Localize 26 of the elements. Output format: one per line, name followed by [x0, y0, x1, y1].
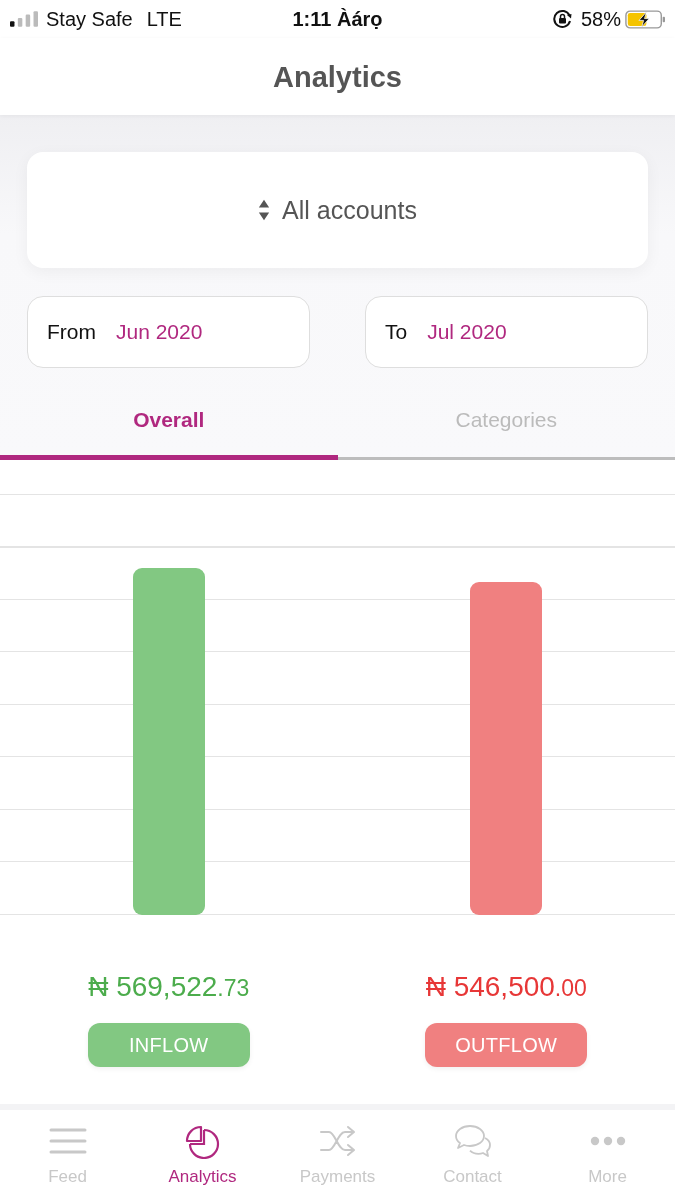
shuffle-icon	[319, 1123, 356, 1159]
sort-icon	[258, 198, 271, 222]
status-time: 1:11 Àárọ	[292, 7, 383, 31]
chat-bubbles-icon	[453, 1124, 492, 1158]
flow-button[interactable]: OUTFLOW	[425, 1023, 588, 1067]
orientation-lock-icon	[552, 9, 573, 29]
account-selector[interactable]: All accounts	[27, 152, 648, 268]
date-field[interactable]: To Jul 2020	[365, 296, 648, 368]
more-icon	[589, 1136, 626, 1146]
signal-icon	[10, 11, 38, 27]
date-value: Jun 2020	[116, 320, 203, 344]
network-type: LTE	[146, 7, 182, 31]
amount-text: ₦ 546,500.00	[425, 971, 587, 1004]
flow-button[interactable]: INFLOW	[87, 1023, 250, 1067]
menu-icon	[48, 1126, 87, 1156]
battery-charging-icon	[625, 9, 665, 29]
carrier-name: Stay Safe	[46, 7, 133, 31]
date-value: Jul 2020	[427, 320, 507, 344]
battery-percent: 58%	[580, 7, 621, 31]
date-field[interactable]: From Jun 2020	[27, 296, 310, 368]
date-label: To	[385, 320, 408, 344]
page-title: Analytics	[273, 59, 402, 94]
date-label: From	[47, 320, 96, 344]
amount-text: ₦ 569,522.73	[88, 971, 250, 1004]
nav-tab[interactable]: Analytics	[135, 1110, 270, 1200]
pie-chart-icon	[185, 1123, 220, 1159]
